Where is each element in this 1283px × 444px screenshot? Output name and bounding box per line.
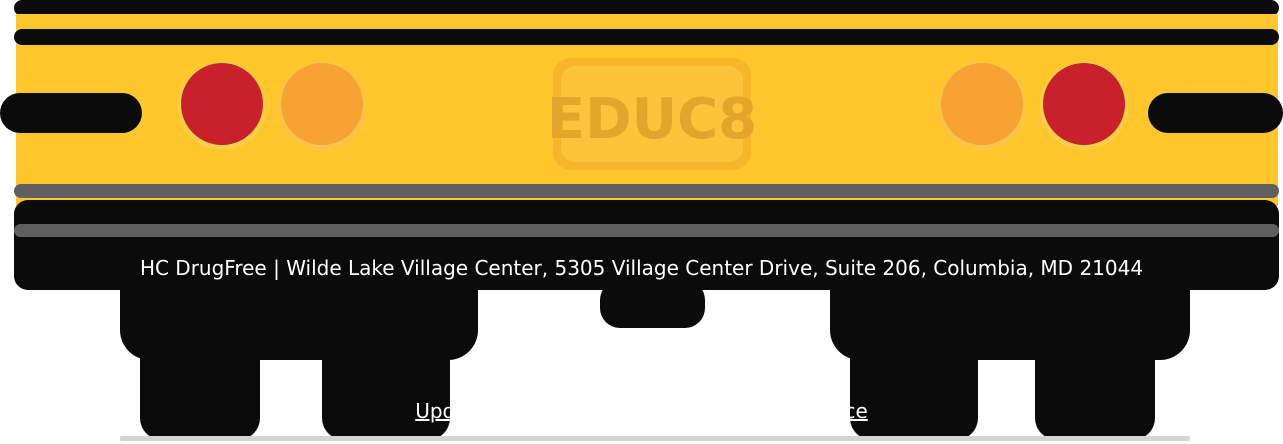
unsubscribe-link[interactable]: Unsubscribe joan@hcdrugfree.org: [471, 356, 812, 380]
organization-address: HC DrugFree | Wilde Lake Village Center,…: [139, 256, 1144, 280]
email-footer: HC DrugFree | Wilde Lake Village Center,…: [0, 0, 1283, 444]
data-notice-link[interactable]: Constant Contact Data Notice: [569, 399, 867, 423]
update-profile-link[interactable]: Update Profile: [415, 399, 556, 423]
profile-links-row: Update Profile |Constant Contact Data No…: [0, 399, 1283, 423]
unsubscribe-row: Unsubscribe joan@hcdrugfree.org: [0, 356, 1283, 380]
